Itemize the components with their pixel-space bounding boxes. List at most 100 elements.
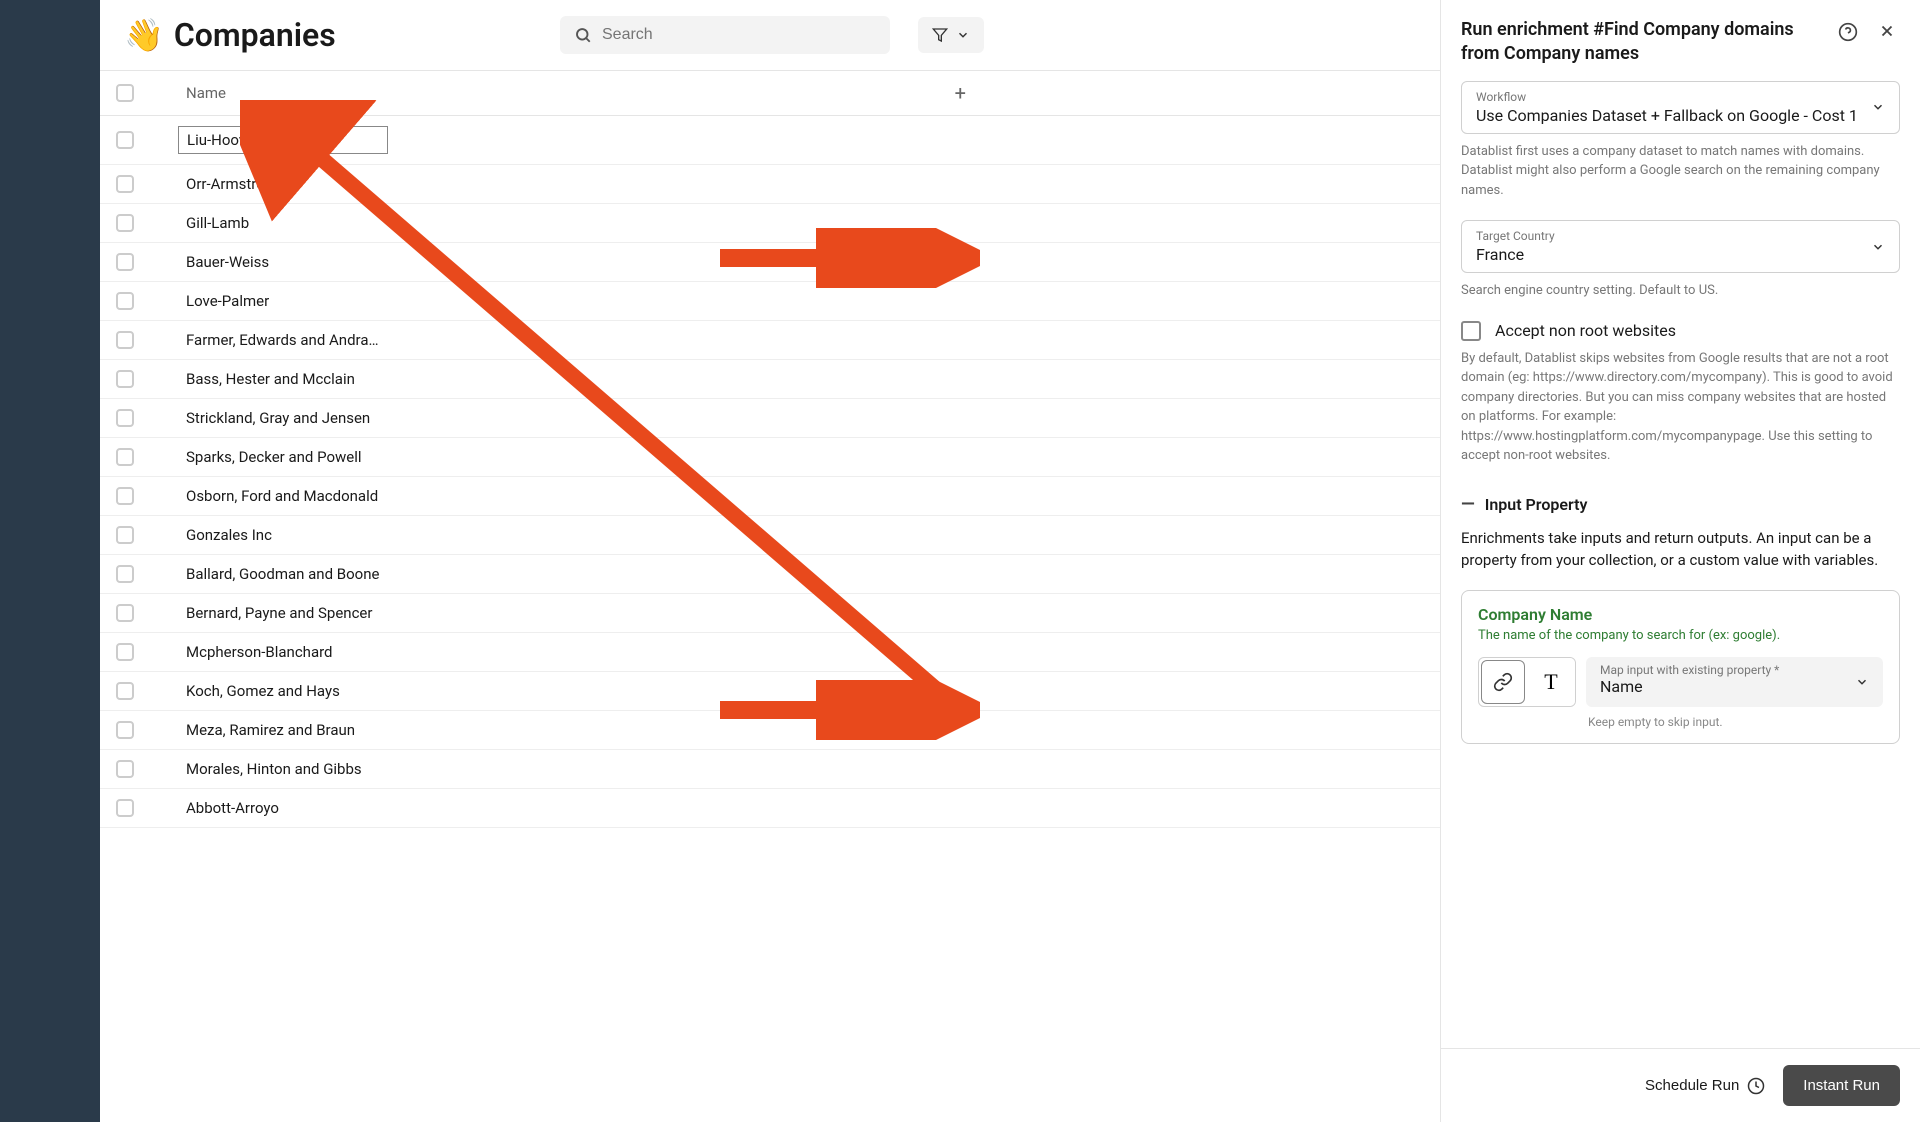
help-button[interactable]: [1834, 18, 1862, 46]
row-checkbox[interactable]: [116, 643, 134, 661]
row-checkbox[interactable]: [116, 214, 134, 232]
company-name-cell[interactable]: Bauer-Weiss: [186, 253, 269, 271]
table-row[interactable]: Love-Palmer: [100, 282, 1440, 321]
instant-run-button[interactable]: Instant Run: [1783, 1065, 1900, 1106]
country-select[interactable]: Target Country France: [1461, 220, 1900, 273]
panel-body: Workflow Use Companies Dataset + Fallbac…: [1441, 81, 1920, 1048]
row-checkbox[interactable]: [116, 799, 134, 817]
text-icon: T: [1544, 669, 1557, 695]
table-row[interactable]: Sparks, Decker and Powell: [100, 438, 1440, 477]
filter-button[interactable]: [918, 17, 984, 53]
title-wrap: 👋 Companies: [124, 16, 504, 54]
row-checkbox[interactable]: [116, 526, 134, 544]
company-name-cell[interactable]: Ballard, Goodman and Boone: [186, 565, 379, 583]
row-checkbox[interactable]: [116, 131, 134, 149]
nonroot-checkbox[interactable]: [1461, 321, 1481, 341]
company-name-cell[interactable]: Morales, Hinton and Gibbs: [186, 760, 362, 778]
row-checkbox[interactable]: [116, 292, 134, 310]
map-hint: Keep empty to skip input.: [1478, 715, 1883, 729]
table-row[interactable]: Morales, Hinton and Gibbs: [100, 750, 1440, 789]
chevron-down-icon: [1871, 240, 1885, 254]
table-row[interactable]: Abbott-Arroyo: [100, 789, 1440, 828]
row-checkbox[interactable]: [116, 253, 134, 271]
link-icon: [1493, 672, 1513, 692]
map-property-select[interactable]: Map input with existing property * Name: [1586, 657, 1883, 707]
table-row[interactable]: Bernard, Payne and Spencer: [100, 594, 1440, 633]
row-checkbox[interactable]: [116, 721, 134, 739]
row-checkbox[interactable]: [116, 409, 134, 427]
row-checkbox[interactable]: [116, 682, 134, 700]
row-checkbox[interactable]: [116, 487, 134, 505]
country-value: France: [1476, 245, 1885, 264]
table: Name + Liu-Hoover Orr-Armstrong Gill-Lamb B…: [100, 70, 1440, 1122]
schedule-label: Schedule Run: [1645, 1077, 1739, 1094]
table-row[interactable]: Koch, Gomez and Hays: [100, 672, 1440, 711]
company-name-cell[interactable]: Strickland, Gray and Jensen: [186, 409, 370, 427]
search-field[interactable]: [560, 16, 890, 54]
company-name-cell[interactable]: Sparks, Decker and Powell: [186, 448, 362, 466]
company-name-cell[interactable]: Gonzales Inc: [186, 526, 272, 544]
company-name-cell[interactable]: Koch, Gomez and Hays: [186, 682, 340, 700]
company-name-cell[interactable]: Osborn, Ford and Macdonald: [186, 487, 378, 505]
company-name-cell[interactable]: Farmer, Edwards and Andra…: [186, 331, 379, 349]
workflow-label: Workflow: [1476, 90, 1885, 104]
company-name-cell[interactable]: Bass, Hester and Mcclain: [186, 370, 355, 388]
main-area: 👋 Companies Name + Liu-Hoover Orr-Armstro…: [100, 0, 1440, 1122]
search-input[interactable]: [602, 26, 876, 44]
close-button[interactable]: [1874, 18, 1900, 44]
table-header: Name +: [100, 71, 1440, 116]
link-mode-button[interactable]: [1481, 660, 1525, 704]
company-name-cell[interactable]: Abbott-Arroyo: [186, 799, 279, 817]
row-checkbox[interactable]: [116, 760, 134, 778]
row-checkbox[interactable]: [116, 370, 134, 388]
workflow-help: Datablist first uses a company dataset t…: [1461, 142, 1900, 201]
company-name-cell[interactable]: Liu-Hoover: [178, 126, 388, 154]
panel-footer: Schedule Run Instant Run: [1441, 1048, 1920, 1122]
left-sidebar: [0, 0, 100, 1122]
table-row[interactable]: Farmer, Edwards and Andra…: [100, 321, 1440, 360]
panel-title: Run enrichment #Find Company domains fro…: [1461, 18, 1822, 67]
map-value: Name: [1600, 677, 1869, 696]
table-row[interactable]: Bass, Hester and Mcclain: [100, 360, 1440, 399]
row-checkbox[interactable]: [116, 331, 134, 349]
table-row[interactable]: Ballard, Goodman and Boone: [100, 555, 1440, 594]
row-checkbox[interactable]: [116, 448, 134, 466]
input-section-header[interactable]: — Input Property: [1461, 494, 1900, 515]
column-name-header[interactable]: Name: [186, 84, 931, 102]
table-row[interactable]: Mcpherson-Blanchard: [100, 633, 1440, 672]
input-type-toggle: T: [1478, 657, 1576, 707]
row-checkbox[interactable]: [116, 604, 134, 622]
row-checkbox[interactable]: [116, 175, 134, 193]
table-row[interactable]: Orr-Armstrong: [100, 165, 1440, 204]
schedule-run-button[interactable]: Schedule Run: [1645, 1077, 1765, 1095]
text-mode-button[interactable]: T: [1527, 658, 1575, 706]
page-header: 👋 Companies: [100, 0, 1440, 70]
page-title: Companies: [174, 16, 336, 54]
table-row[interactable]: Gonzales Inc: [100, 516, 1440, 555]
input-section-title: Input Property: [1485, 495, 1588, 514]
close-icon: [1878, 22, 1896, 40]
table-row[interactable]: Meza, Ramirez and Braun: [100, 711, 1440, 750]
panel-header: Run enrichment #Find Company domains fro…: [1441, 0, 1920, 81]
company-name-cell[interactable]: Bernard, Payne and Spencer: [186, 604, 372, 622]
workflow-select[interactable]: Workflow Use Companies Dataset + Fallbac…: [1461, 81, 1900, 134]
country-help: Search engine country setting. Default t…: [1461, 281, 1900, 301]
table-row[interactable]: Bauer-Weiss: [100, 243, 1440, 282]
help-icon: [1838, 22, 1858, 42]
map-label: Map input with existing property *: [1600, 663, 1869, 677]
company-input-title: Company Name: [1478, 605, 1883, 624]
select-all-checkbox[interactable]: [116, 84, 134, 102]
table-row[interactable]: Osborn, Ford and Macdonald: [100, 477, 1440, 516]
company-name-cell[interactable]: Orr-Armstrong: [186, 175, 282, 193]
add-column-button[interactable]: +: [947, 81, 974, 105]
table-row[interactable]: Liu-Hoover: [100, 116, 1440, 165]
company-name-cell[interactable]: Mcpherson-Blanchard: [186, 643, 333, 661]
company-name-cell[interactable]: Love-Palmer: [186, 292, 269, 310]
table-row[interactable]: Gill-Lamb: [100, 204, 1440, 243]
company-name-cell[interactable]: Meza, Ramirez and Braun: [186, 721, 355, 739]
table-row[interactable]: Strickland, Gray and Jensen: [100, 399, 1440, 438]
row-checkbox[interactable]: [116, 565, 134, 583]
nonroot-help: By default, Datablist skips websites fro…: [1461, 349, 1900, 466]
chevron-down-icon: [1871, 100, 1885, 114]
company-name-cell[interactable]: Gill-Lamb: [186, 214, 249, 232]
